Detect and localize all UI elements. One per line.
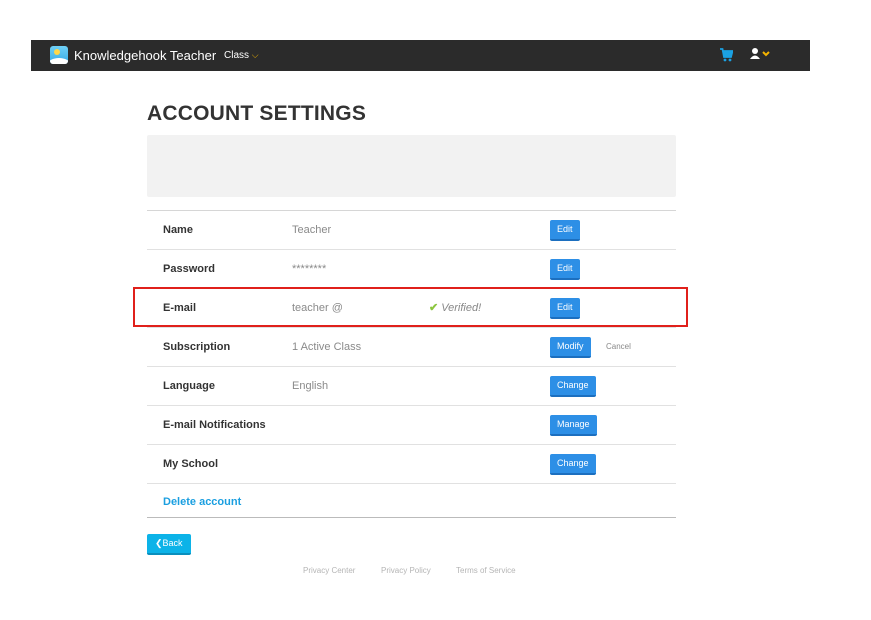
row-value: ******** bbox=[292, 263, 327, 275]
back-button-label: Back bbox=[162, 538, 183, 548]
app-title[interactable]: Knowledgehook Teacher bbox=[74, 48, 216, 63]
class-dropdown[interactable]: Class ⌵ bbox=[224, 50, 259, 61]
row-label: My School bbox=[163, 458, 219, 470]
page-title: ACCOUNT SETTINGS bbox=[147, 102, 367, 125]
app-logo-icon[interactable] bbox=[50, 46, 68, 64]
edit-name-button[interactable]: Edit bbox=[550, 220, 580, 241]
cancel-subscription-link[interactable]: Cancel bbox=[606, 342, 631, 351]
settings-row-name: Name Teacher Edit bbox=[147, 211, 676, 250]
row-label: Name bbox=[163, 224, 193, 236]
cart-icon[interactable] bbox=[720, 48, 733, 62]
modify-subscription-button[interactable]: Modify bbox=[550, 337, 591, 358]
footer-link-privacy-policy[interactable]: Privacy Policy bbox=[381, 566, 431, 575]
row-label: Password bbox=[163, 263, 215, 275]
row-value: English bbox=[292, 380, 329, 392]
email-row-highlight bbox=[133, 287, 688, 327]
row-value: Teacher bbox=[292, 224, 332, 236]
settings-row-subscription: Subscription 1 Active Class Modify Cance… bbox=[147, 328, 676, 367]
change-language-button[interactable]: Change bbox=[550, 376, 596, 397]
back-button[interactable]: ❮Back bbox=[147, 534, 191, 555]
delete-account-link[interactable]: Delete account bbox=[163, 496, 241, 508]
row-label: E-mail Notifications bbox=[163, 419, 266, 431]
class-dropdown-label: Class bbox=[224, 50, 250, 61]
settings-table: Name Teacher Edit Password ******** Edit… bbox=[147, 210, 676, 518]
footer-link-privacy-center[interactable]: Privacy Center bbox=[303, 566, 355, 575]
row-label: Subscription bbox=[163, 341, 231, 353]
settings-row-language: Language English Change bbox=[147, 367, 676, 406]
edit-password-button[interactable]: Edit bbox=[550, 259, 580, 280]
settings-row-password: Password ******** Edit bbox=[147, 250, 676, 289]
change-school-button[interactable]: Change bbox=[550, 454, 596, 475]
settings-row-my-school: My School Change bbox=[147, 445, 676, 484]
chevron-left-icon: ❮ bbox=[155, 538, 163, 548]
footer-link-terms-of-service[interactable]: Terms of Service bbox=[456, 566, 516, 575]
row-value: 1 Active Class bbox=[292, 341, 362, 353]
user-menu-icon[interactable] bbox=[750, 47, 772, 61]
chevron-down-icon: ⌵ bbox=[251, 50, 259, 60]
notice-banner bbox=[147, 135, 676, 197]
manage-notifications-button[interactable]: Manage bbox=[550, 415, 597, 436]
settings-row-delete: Delete account bbox=[147, 484, 676, 518]
top-navbar: Knowledgehook Teacher Class ⌵ bbox=[31, 40, 810, 71]
row-label: Language bbox=[163, 380, 215, 392]
settings-row-email-notifications: E-mail Notifications Manage bbox=[147, 406, 676, 445]
